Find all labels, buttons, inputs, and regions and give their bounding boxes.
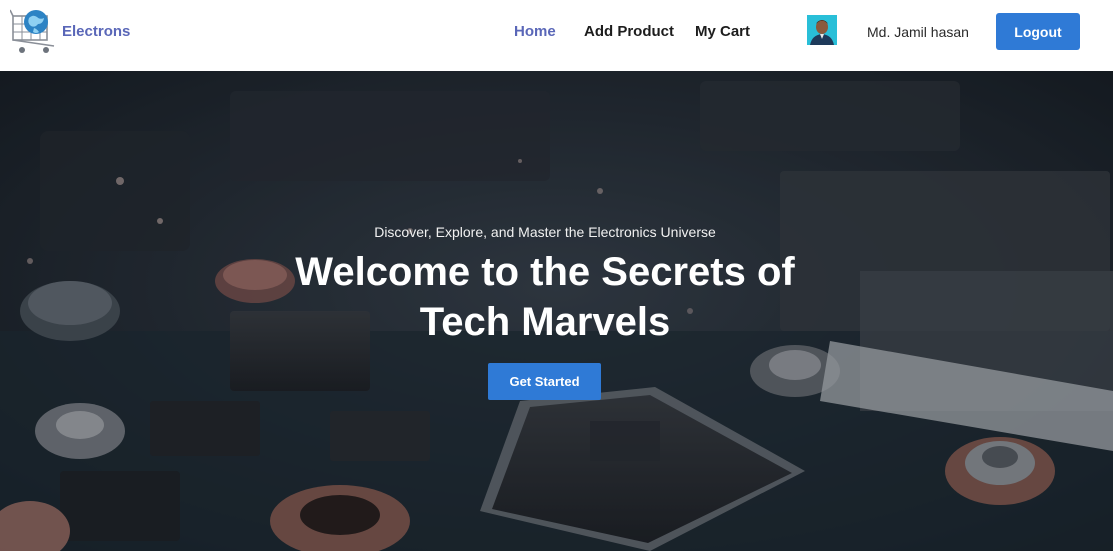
user-photo-icon <box>807 15 837 45</box>
navbar: Electrons Home Add Product My Cart Md. J… <box>0 0 1113 71</box>
nav-add-product[interactable]: Add Product <box>584 23 674 40</box>
brand-link[interactable]: Electrons <box>10 6 130 56</box>
brand-name: Electrons <box>62 22 131 40</box>
user-name: Md. Jamil hasan <box>867 24 969 40</box>
hero-banner: Discover, Explore, and Master the Electr… <box>0 71 1113 551</box>
hero-content: Discover, Explore, and Master the Electr… <box>0 71 1113 551</box>
hero-title-line2: Tech Marvels <box>419 300 671 344</box>
user-avatar[interactable] <box>807 15 837 45</box>
nav-home[interactable]: Home <box>514 23 556 40</box>
hero-title: Welcome to the Secrets of Tech Marvels <box>0 247 1090 347</box>
nav-my-cart[interactable]: My Cart <box>695 23 750 40</box>
hero-title-line1: Welcome to the Secrets of <box>295 250 795 294</box>
logout-button[interactable]: Logout <box>996 13 1080 50</box>
globe-cart-icon <box>10 9 55 53</box>
get-started-button[interactable]: Get Started <box>488 363 601 400</box>
hero-subtitle: Discover, Explore, and Master the Electr… <box>374 224 716 240</box>
